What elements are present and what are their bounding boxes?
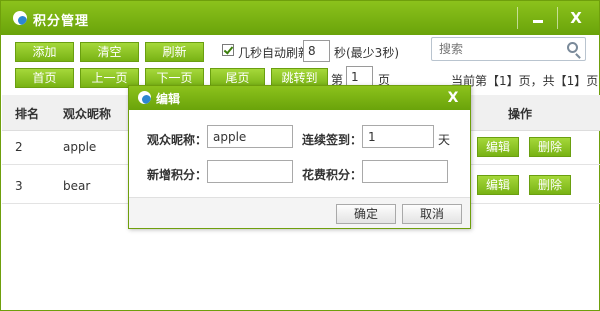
dialog-close-button[interactable]: X xyxy=(441,87,465,109)
app-logo-icon xyxy=(138,91,151,104)
column-header-nickname: 观众昵称 xyxy=(63,107,112,121)
auto-refresh-checkbox[interactable] xyxy=(222,44,234,56)
dialog-title: 编辑 xyxy=(156,92,181,106)
clear-button[interactable]: 清空 xyxy=(80,42,139,62)
minimize-button[interactable] xyxy=(521,6,555,30)
edit-dialog: 编辑 X 观众昵称： 连续签到： 天 新增积分： 花费积分： 确定 取消 xyxy=(128,85,471,229)
refresh-button[interactable]: 刷新 xyxy=(145,42,204,62)
confirm-button[interactable]: 确定 xyxy=(336,204,396,224)
edit-button[interactable]: 编辑 xyxy=(477,175,519,195)
app-logo-icon xyxy=(13,11,27,25)
edit-button[interactable]: 编辑 xyxy=(477,137,519,157)
streak-unit: 天 xyxy=(438,133,451,147)
first-page-button[interactable]: 首页 xyxy=(15,68,74,88)
points-management-window: 积分管理 X 添加 清空 刷新 几秒自动刷新 秒(最少3秒) 首页 上一页 下一… xyxy=(0,0,600,311)
title-separator xyxy=(557,7,558,29)
column-header-rank: 排名 xyxy=(15,107,40,121)
nickname-cell: apple xyxy=(63,140,97,154)
spend-points-field[interactable] xyxy=(362,160,448,183)
dialog-footer: 确定 取消 xyxy=(129,197,470,228)
column-header-actions: 操作 xyxy=(508,107,533,121)
title-separator xyxy=(517,7,518,29)
nickname-cell: bear xyxy=(63,179,91,193)
rank-cell: 3 xyxy=(15,179,23,193)
nickname-label: 观众昵称： xyxy=(147,133,208,147)
streak-days-field[interactable] xyxy=(362,125,434,148)
page-status: 当前第【1】页，共【1】页 xyxy=(451,74,599,88)
add-points-field[interactable] xyxy=(207,160,293,183)
streak-label: 连续签到： xyxy=(302,133,363,147)
nickname-field[interactable] xyxy=(207,125,293,148)
auto-refresh-hint: 秒(最少3秒) xyxy=(334,46,399,60)
auto-refresh-label: 几秒自动刷新 xyxy=(238,46,311,60)
delete-button[interactable]: 删除 xyxy=(529,137,571,157)
rank-cell: 2 xyxy=(15,140,23,154)
search-input[interactable] xyxy=(431,37,586,61)
delete-button[interactable]: 删除 xyxy=(529,175,571,195)
cancel-button[interactable]: 取消 xyxy=(402,204,462,224)
dialog-title-bar[interactable]: 编辑 X xyxy=(129,86,470,110)
add-button[interactable]: 添加 xyxy=(15,42,74,62)
close-button[interactable]: X xyxy=(559,6,593,30)
search-icon[interactable] xyxy=(567,42,578,53)
title-bar[interactable]: 积分管理 X xyxy=(1,1,599,35)
auto-refresh-seconds-input[interactable] xyxy=(303,40,330,62)
window-title: 积分管理 xyxy=(33,14,90,29)
add-points-label: 新增积分： xyxy=(147,168,208,182)
spend-points-label: 花费积分： xyxy=(302,168,363,182)
